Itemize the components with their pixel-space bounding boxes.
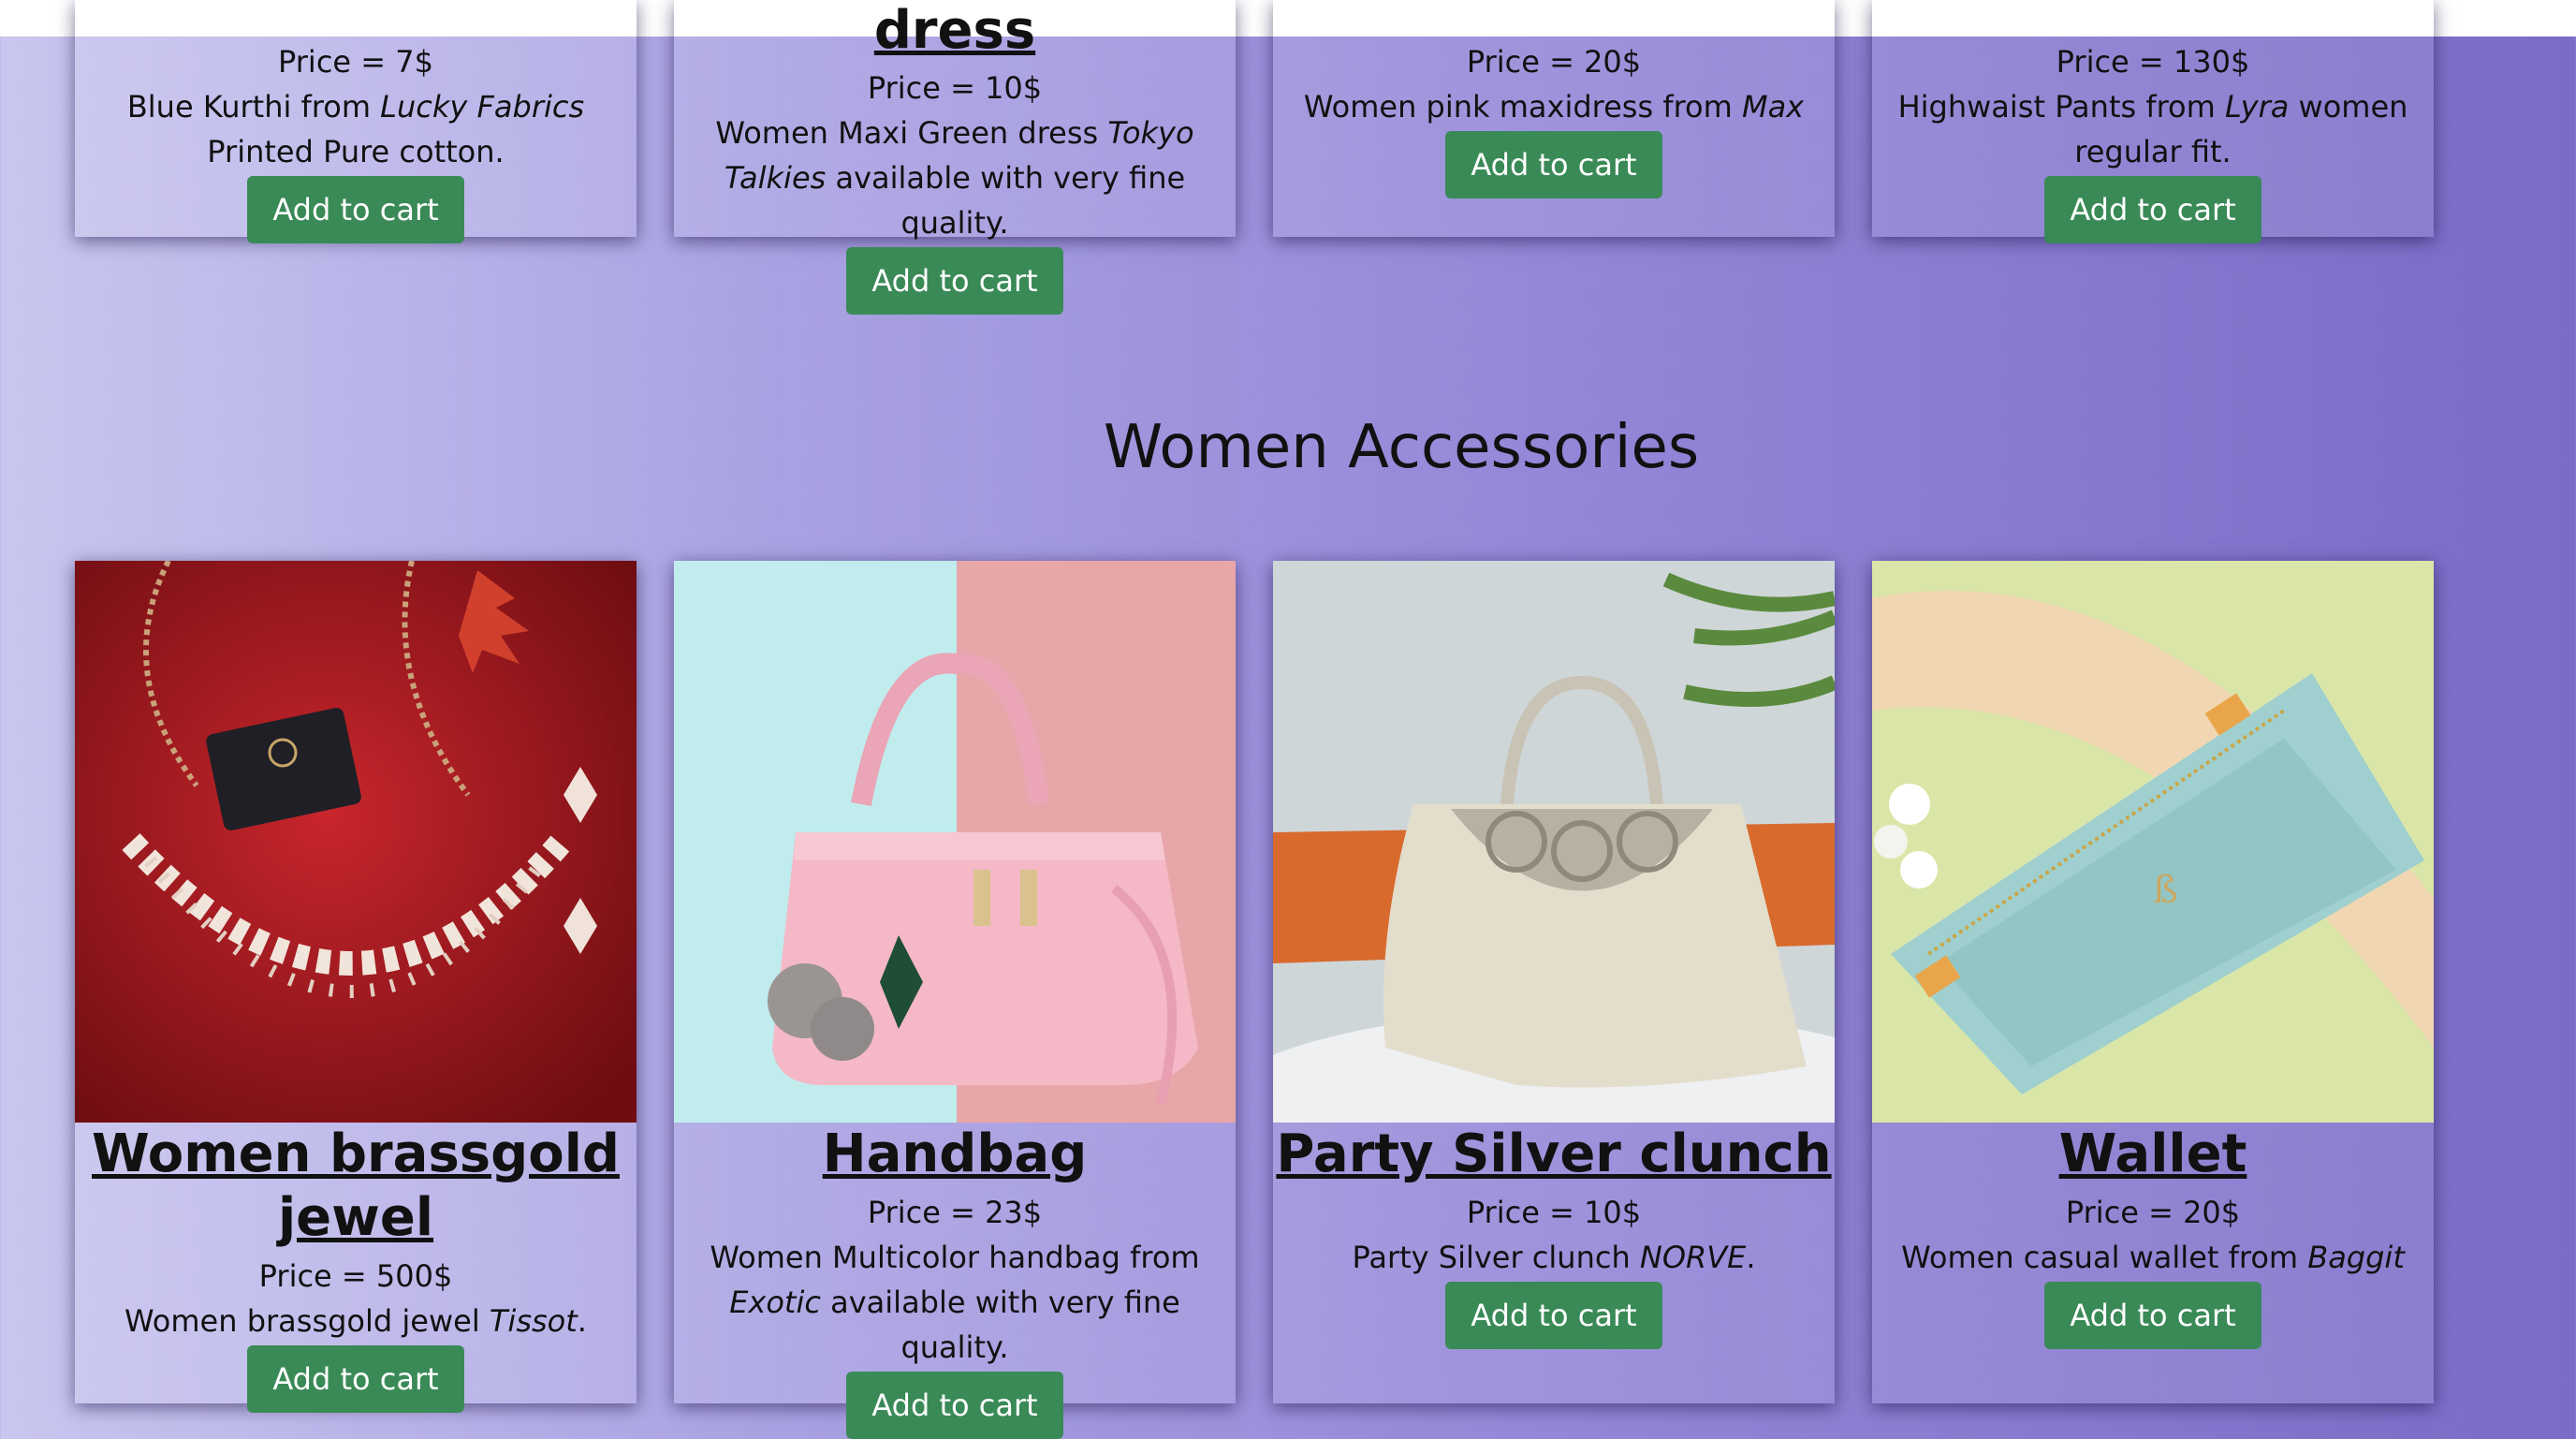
necklace-image bbox=[75, 561, 637, 1123]
add-to-cart-button[interactable]: Add to cart bbox=[247, 1345, 464, 1413]
product-card-pink-maxidress: Price = 20$ Women pink maxidress from Ma… bbox=[1273, 0, 1835, 237]
product-description: Women pink maxidress from Max bbox=[1303, 89, 1805, 125]
add-to-cart-button[interactable]: Add to cart bbox=[846, 247, 1063, 315]
product-description: Women brassgold jewel Tissot. bbox=[124, 1303, 587, 1339]
add-to-cart-button[interactable]: Add to cart bbox=[1445, 1282, 1662, 1349]
product-description: Women casual wallet from Baggit bbox=[1901, 1240, 2405, 1275]
product-description: Women Multicolor handbag from Exotic ava… bbox=[710, 1240, 1200, 1365]
add-to-cart-button[interactable]: Add to cart bbox=[846, 1372, 1063, 1439]
product-card-wallet: ß Wallet Price = 20$ Women casual wallet… bbox=[1872, 561, 2434, 1403]
product-title[interactable]: Party Silver clunch bbox=[1273, 1123, 1835, 1186]
product-card-blue-kurthi: Price = 7$ Blue Kurthi from Lucky Fabric… bbox=[75, 0, 637, 243]
handbag-image bbox=[674, 561, 1236, 1123]
product-card-highwaist-pants: Price = 130$ Highwaist Pants from Lyra w… bbox=[1872, 0, 2434, 243]
product-title[interactable]: Women brassgold jewel bbox=[75, 1123, 637, 1250]
product-title[interactable]: dress bbox=[674, 0, 1236, 62]
add-to-cart-button[interactable]: Add to cart bbox=[1445, 131, 1662, 198]
product-description: Women Maxi Green dress Tokyo Talkies ava… bbox=[715, 115, 1194, 241]
add-to-cart-button[interactable]: Add to cart bbox=[2044, 1282, 2261, 1349]
product-price: Price = 20$ bbox=[1466, 44, 1642, 80]
product-card-brassgold-jewel: Women brassgold jewel Price = 500$ Women… bbox=[75, 561, 637, 1413]
product-title[interactable]: Wallet bbox=[1872, 1123, 2434, 1186]
product-card-green-dress: dress Price = 10$ Women Maxi Green dress… bbox=[674, 0, 1236, 315]
product-price: Price = 130$ bbox=[2056, 44, 2250, 80]
add-to-cart-button[interactable]: Add to cart bbox=[247, 176, 464, 243]
product-price: Price = 10$ bbox=[1466, 1195, 1642, 1230]
product-price: Price = 23$ bbox=[867, 1195, 1043, 1230]
clutch-image bbox=[1273, 561, 1835, 1123]
section-heading-women-accessories: Women Accessories bbox=[1103, 413, 1700, 482]
wallet-image: ß bbox=[1872, 561, 2434, 1123]
product-price: Price = 500$ bbox=[258, 1258, 453, 1294]
product-price: Price = 7$ bbox=[278, 44, 433, 80]
product-card-party-silver-clunch: Party Silver clunch Price = 10$ Party Si… bbox=[1273, 561, 1835, 1403]
add-to-cart-button[interactable]: Add to cart bbox=[2044, 176, 2261, 243]
svg-text:ß: ß bbox=[2153, 869, 2178, 912]
product-price: Price = 20$ bbox=[2065, 1195, 2241, 1230]
product-card-handbag: Handbag Price = 23$ Women Multicolor han… bbox=[674, 561, 1236, 1439]
product-description: Party Silver clunch NORVE. bbox=[1352, 1240, 1756, 1275]
product-price: Price = 10$ bbox=[867, 70, 1043, 106]
product-description: Blue Kurthi from Lucky Fabrics Printed P… bbox=[126, 89, 585, 169]
product-title[interactable]: Handbag bbox=[674, 1123, 1236, 1186]
product-description: Highwaist Pants from Lyra women regular … bbox=[1897, 89, 2408, 169]
